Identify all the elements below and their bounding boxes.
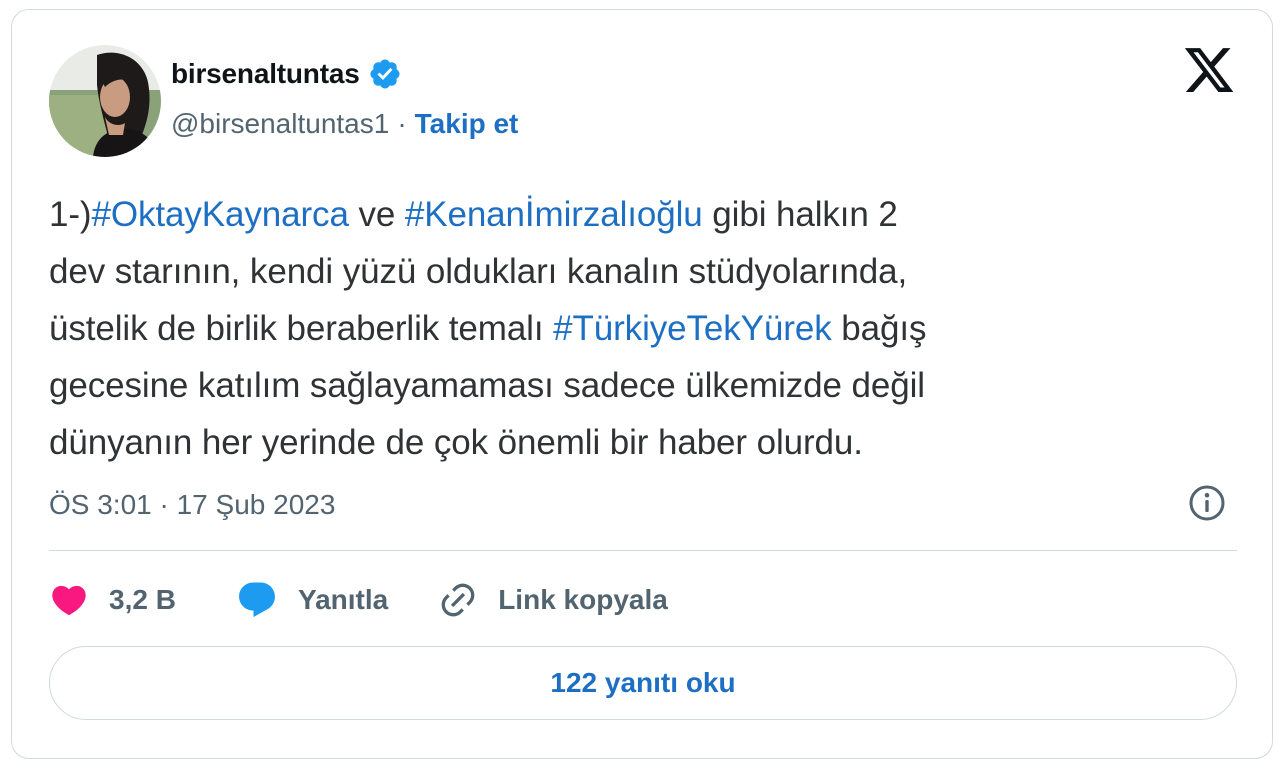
read-replies-button[interactable]: 122 yanıtı oku <box>49 646 1237 720</box>
tweet-timestamp[interactable]: ÖS 3:01 · 17 Şub 2023 <box>49 485 335 525</box>
display-name[interactable]: birsenaltuntas <box>171 58 360 90</box>
copy-link-label: Link kopyala <box>498 584 668 615</box>
reply-button[interactable]: Yanıtla <box>236 579 388 621</box>
tweet-text-line: üstelik de birlik beraberlik temalı #Tür… <box>49 300 1239 357</box>
tweet-text-segment: dünyanın her yerinde de çok önemli bir h… <box>49 423 863 462</box>
like-count: 3,2 B <box>109 584 176 615</box>
tweet-card: birsenaltuntas @birsenaltuntas1 · Takip … <box>11 9 1273 759</box>
reply-label: Yanıtla <box>297 584 389 615</box>
copy-link-button[interactable]: Link kopyala <box>438 580 668 620</box>
tweet-text-line: dünyanın her yerinde de çok önemli bir h… <box>49 414 1239 471</box>
tweet-text-segment: gecesine katılım sağlayamaması sadece ül… <box>49 366 925 405</box>
link-icon <box>441 583 475 617</box>
action-bar: 3,2 B Yanıtla Link kopyala <box>49 578 668 622</box>
info-icon[interactable] <box>1187 483 1227 523</box>
hashtag-link[interactable]: #OktayKaynarca <box>91 195 348 234</box>
tweet-text-line: dev starının, kendi yüzü oldukları kanal… <box>49 243 1239 300</box>
tweet-text: 1-)#OktayKaynarca ve #Kenanİmirzalıoğlu … <box>49 186 1239 471</box>
display-name-row: birsenaltuntas <box>171 54 402 94</box>
follow-button[interactable]: Takip et <box>415 108 519 140</box>
x-logo-icon[interactable] <box>1182 43 1236 97</box>
handle[interactable]: @birsenaltuntas1 <box>171 108 389 140</box>
tweet-text-line: gecesine katılım sağlayamaması sadece ül… <box>49 357 1239 414</box>
hashtag-link[interactable]: #TürkiyeTekYürek <box>553 309 832 348</box>
reply-bubble-icon <box>239 582 275 617</box>
tweet-text-line: 1-)#OktayKaynarca ve #Kenanİmirzalıoğlu … <box>49 186 1239 243</box>
handle-row: @birsenaltuntas1 · Takip et <box>171 104 518 144</box>
hashtag-link[interactable]: #Kenanİmirzalıoğlu <box>405 195 703 234</box>
like-button[interactable]: 3,2 B <box>49 580 176 620</box>
tweet-text-segment: 1-) <box>49 195 92 234</box>
tweet-text-segment: gibi halkın 2 <box>702 195 898 234</box>
avatar[interactable] <box>49 45 161 157</box>
tweet-text-segment: dev starının, kendi yüzü oldukları kanal… <box>49 252 908 291</box>
divider <box>49 550 1237 551</box>
separator-dot: · <box>397 108 407 139</box>
avatar-photo-icon <box>49 45 161 157</box>
tweet-text-segment: üstelik de birlik beraberlik temalı <box>49 309 554 348</box>
tweet-text-segment: bağış <box>831 309 927 348</box>
heart-icon <box>52 585 86 616</box>
tweet-text-segment: ve <box>348 195 405 234</box>
verified-badge-icon <box>370 59 400 89</box>
